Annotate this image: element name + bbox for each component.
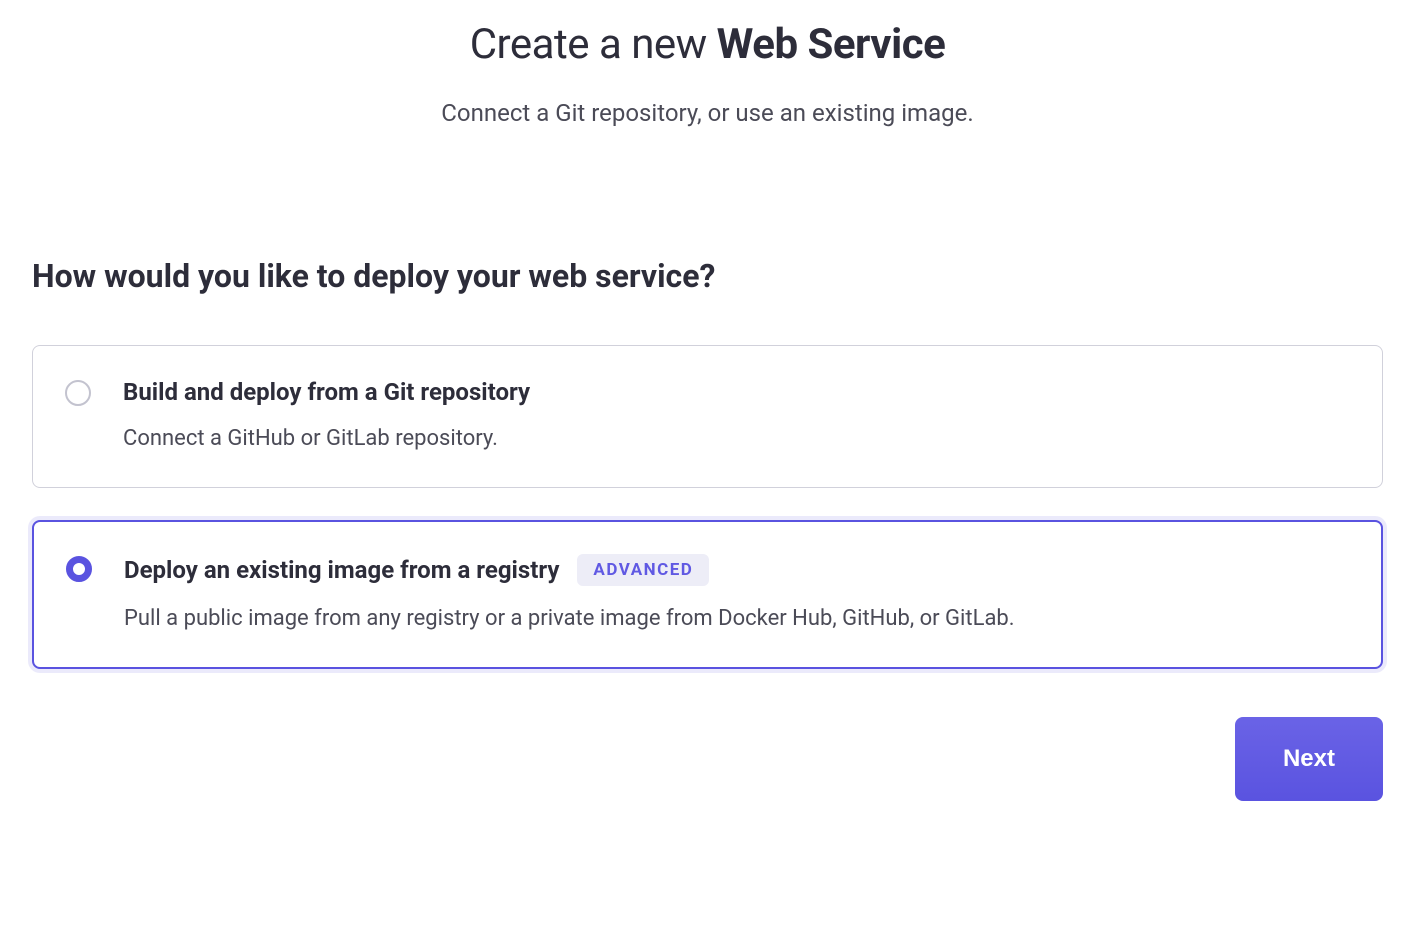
deploy-options: Build and deploy from a Git repository C… bbox=[32, 345, 1383, 669]
option-git-repository[interactable]: Build and deploy from a Git repository C… bbox=[32, 345, 1383, 488]
footer: Next bbox=[32, 717, 1383, 801]
option-existing-image[interactable]: Deploy an existing image from a registry… bbox=[32, 520, 1383, 669]
option-title-row: Build and deploy from a Git repository bbox=[123, 378, 1350, 406]
radio-icon bbox=[65, 380, 91, 406]
page-title: Create a new Web Service bbox=[32, 20, 1383, 69]
option-title-row: Deploy an existing image from a registry… bbox=[124, 554, 1349, 586]
option-description: Connect a GitHub or GitLab repository. bbox=[123, 424, 1350, 455]
option-title: Deploy an existing image from a registry bbox=[124, 556, 559, 584]
page-title-bold: Web Service bbox=[717, 20, 946, 69]
page-title-prefix: Create a new bbox=[470, 20, 717, 69]
option-description: Pull a public image from any registry or… bbox=[124, 604, 1349, 635]
option-title: Build and deploy from a Git repository bbox=[123, 378, 530, 406]
next-button[interactable]: Next bbox=[1235, 717, 1383, 801]
page-subtitle: Connect a Git repository, or use an exis… bbox=[32, 99, 1383, 127]
section-heading: How would you like to deploy your web se… bbox=[32, 257, 1383, 295]
radio-icon bbox=[66, 556, 92, 582]
advanced-badge: ADVANCED bbox=[577, 554, 709, 586]
option-content: Deploy an existing image from a registry… bbox=[124, 554, 1349, 635]
option-content: Build and deploy from a Git repository C… bbox=[123, 378, 1350, 455]
